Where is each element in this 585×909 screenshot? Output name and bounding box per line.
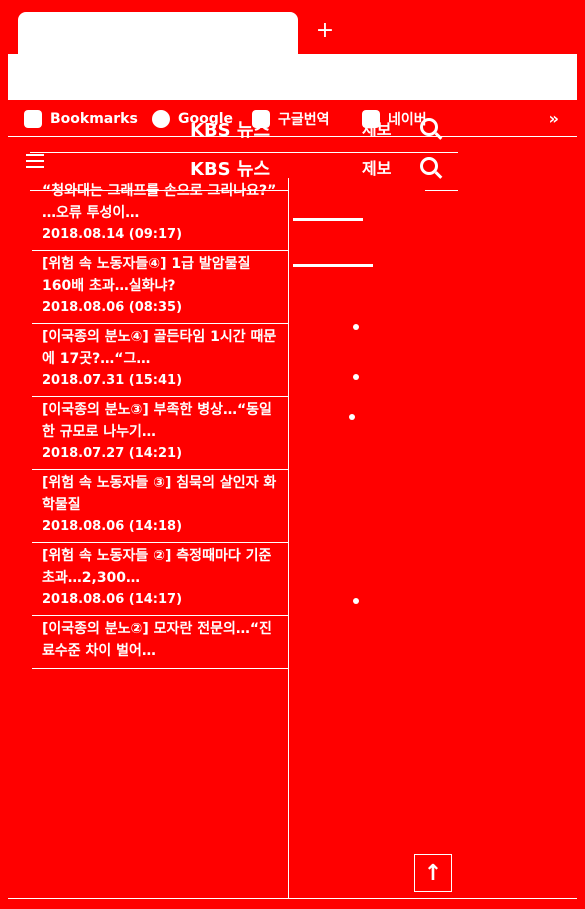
news-date: 2018.07.31 (15:41) — [42, 373, 183, 388]
media-dot — [353, 374, 359, 380]
news-title: [이국종의 분노④] 골든타임 1시간 때문에 17곳?…“그… — [42, 329, 277, 367]
site-logo-ghost[interactable]: KBS 뉴스 — [190, 116, 270, 142]
list-item[interactable]: [이국종의 분노③] 부족한 병상…“동일한 규모로 나누기… 2018.07.… — [32, 397, 288, 470]
search-icon[interactable] — [420, 157, 438, 175]
scroll-top-button[interactable]: ↑ — [414, 854, 452, 892]
scrollbar[interactable] — [577, 99, 585, 909]
news-title: [위험 속 노동자들④] 1급 발암물질 160배 초과…실화냐? — [42, 256, 251, 294]
media-panel — [288, 178, 425, 898]
list-item[interactable]: “청와대는 그래프를 손으로 그리나요?” …오류 투성이… 2018.08.1… — [32, 178, 288, 251]
active-tab[interactable] — [18, 12, 298, 54]
bottom-divider — [8, 898, 577, 899]
bookmarks-more-button[interactable]: » — [549, 100, 559, 138]
media-dot — [353, 598, 359, 604]
menu-icon[interactable] — [26, 154, 44, 168]
bookmark-label: Bookmarks — [50, 111, 138, 127]
new-tab-button[interactable]: + — [314, 18, 336, 44]
news-date: 2018.08.06 (14:17) — [42, 592, 183, 607]
media-dot — [353, 324, 359, 330]
list-item[interactable]: [이국종의 분노②] 모자란 전문의…“진료수준 차이 벌어… — [32, 616, 288, 669]
news-date: 2018.08.14 (09:17) — [42, 227, 183, 242]
news-date: 2018.08.06 (08:35) — [42, 300, 183, 315]
news-title: [이국종의 분노③] 부족한 병상…“동일한 규모로 나누기… — [42, 402, 272, 440]
list-item[interactable]: [위험 속 노동자들 ③] 침묵의 살인자 화학물질 2018.08.06 (1… — [32, 470, 288, 543]
list-item[interactable]: [위험 속 노동자들 ②] 측정때마다 기준 초과…2,300… 2018.08… — [32, 543, 288, 616]
media-bar — [293, 218, 363, 221]
news-date: 2018.07.27 (14:21) — [42, 446, 183, 461]
news-date: 2018.08.06 (14:18) — [42, 519, 183, 534]
list-item[interactable]: [이국종의 분노④] 골든타임 1시간 때문에 17곳?…“그… 2018.07… — [32, 324, 288, 397]
media-bar — [293, 264, 373, 267]
star-icon — [24, 110, 42, 128]
bookmarks-bar: Bookmarks Google 구글번역 네이버 » — [8, 99, 577, 137]
google-icon — [152, 110, 170, 128]
bookmark-label: 구글번역 — [278, 112, 330, 128]
browser-window: + Bookmarks Google 구글번역 네이버 » KBS 뉴스 제보 … — [0, 0, 585, 909]
news-title: [위험 속 노동자들 ②] 측정때마다 기준 초과…2,300… — [42, 548, 272, 586]
list-item[interactable]: [위험 속 노동자들④] 1급 발암물질 160배 초과…실화냐? 2018.0… — [32, 251, 288, 324]
report-link-ghost[interactable]: 제보 — [362, 116, 391, 140]
address-bar-area[interactable] — [8, 54, 577, 99]
report-link[interactable]: 제보 — [362, 155, 391, 179]
news-title: “청와대는 그래프를 손으로 그리나요?” …오류 투성이… — [42, 183, 277, 221]
media-dot — [349, 414, 355, 420]
news-title: [이국종의 분노②] 모자란 전문의…“진료수준 차이 벌어… — [42, 621, 272, 659]
search-icon[interactable] — [420, 118, 438, 136]
news-list: “청와대는 그래프를 손으로 그리나요?” …오류 투성이… 2018.08.1… — [32, 178, 288, 669]
bookmark-bookmarks[interactable]: Bookmarks — [24, 100, 138, 138]
header-divider — [30, 152, 458, 153]
news-title: [위험 속 노동자들 ③] 침묵의 살인자 화학물질 — [42, 475, 277, 513]
